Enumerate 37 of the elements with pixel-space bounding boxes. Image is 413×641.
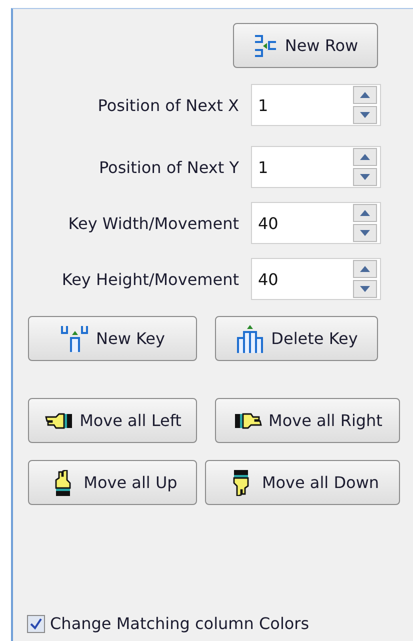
spin-down-button[interactable] xyxy=(353,168,377,186)
up-triangle-icon xyxy=(360,154,370,160)
down-triangle-icon xyxy=(360,112,370,118)
spin-down-button[interactable] xyxy=(353,106,377,124)
move-button[interactable]: Move all Up xyxy=(28,460,197,505)
move-button[interactable]: Move all Left xyxy=(28,398,197,443)
spin-down-button[interactable] xyxy=(353,224,377,242)
down-triangle-icon xyxy=(360,174,370,180)
spin-field[interactable]: 1 xyxy=(251,84,381,126)
checkbox[interactable]: Change Matching column Colors xyxy=(27,614,413,633)
field-label: Key Width/Movement xyxy=(67,214,240,232)
down-triangle-icon xyxy=(360,230,370,236)
spin-up-button[interactable] xyxy=(353,148,377,166)
checkbox-box[interactable] xyxy=(27,614,45,632)
new-key-button[interactable]: New Key xyxy=(28,316,197,361)
up-triangle-icon xyxy=(360,266,370,272)
move-button[interactable]: Move all Down xyxy=(205,460,400,505)
down-triangle-icon xyxy=(360,286,370,292)
spin-field[interactable]: 40 xyxy=(251,258,381,300)
new-row-icon xyxy=(252,32,279,58)
up-triangle-icon xyxy=(360,210,370,216)
delete-key-button[interactable]: Delete Key xyxy=(215,316,378,361)
move-button[interactable]: Move all Right xyxy=(215,398,400,443)
field-label: Key Height/Movement xyxy=(60,270,240,288)
spin-up-button[interactable] xyxy=(353,204,377,222)
spin-field[interactable]: 40 xyxy=(251,202,381,244)
new-key-icon xyxy=(60,324,90,354)
spin-up-button[interactable] xyxy=(353,260,377,278)
delete-key-icon xyxy=(235,324,266,354)
field-label: Position of Next Y xyxy=(98,158,240,176)
field-label: Position of Next X xyxy=(96,96,240,114)
up-triangle-icon xyxy=(360,92,370,98)
new-row-button[interactable]: New Row xyxy=(233,23,378,68)
spin-field[interactable]: 1 xyxy=(251,146,381,188)
spin-up-button[interactable] xyxy=(353,86,377,104)
checkbox-label: Change Matching column Colors xyxy=(50,614,310,633)
spin-down-button[interactable] xyxy=(353,280,377,298)
